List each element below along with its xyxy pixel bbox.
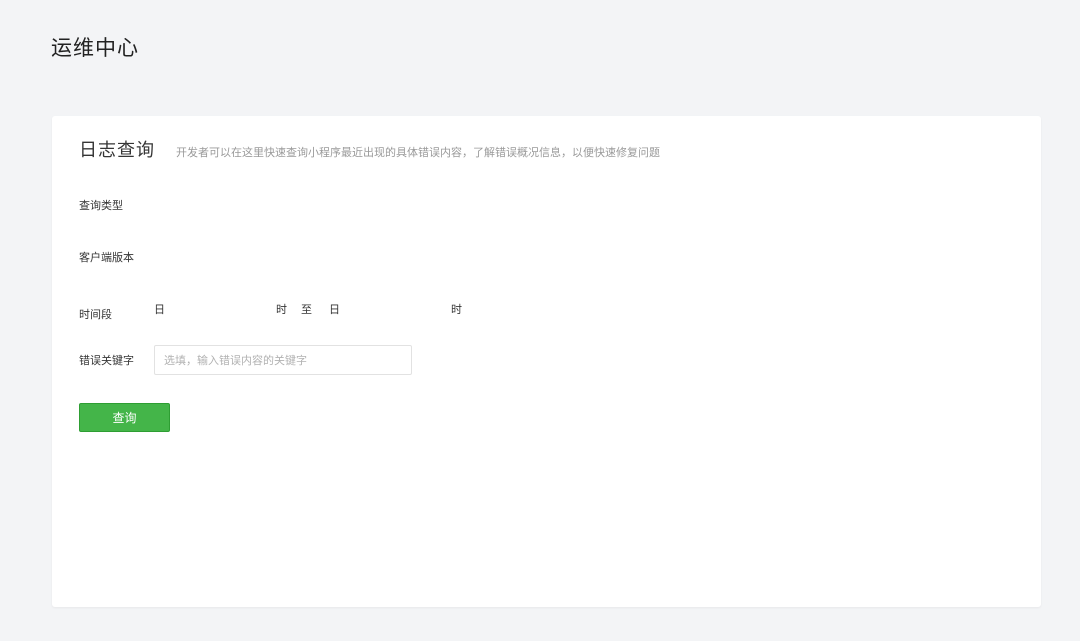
time-range-row: 时间段 日 时 至 日 时: [79, 296, 462, 322]
time-range-label: 时间段: [79, 308, 112, 321]
log-query-description: 开发者可以在这里快速查询小程序最近出现的具体错误内容，了解错误概况信息，以便快速…: [176, 146, 660, 159]
keyword-row: 错误关键字: [79, 345, 412, 375]
error-keyword-input[interactable]: [154, 345, 412, 375]
log-query-header: 日志查询 开发者可以在这里快速查询小程序最近出现的具体错误内容，了解错误概况信息…: [79, 136, 660, 162]
log-query-panel: 日志查询 开发者可以在这里快速查询小程序最近出现的具体错误内容，了解错误概况信息…: [52, 116, 1041, 607]
query-type-label: 查询类型: [79, 199, 123, 212]
start-hour-text: 时: [276, 303, 287, 316]
time-range-picker[interactable]: 日 时 至 日 时: [154, 301, 462, 317]
client-version-label: 客户端版本: [79, 251, 134, 264]
client-version-row: 客户端版本: [79, 249, 154, 265]
to-text: 至: [301, 303, 312, 316]
end-hour-text: 时: [451, 303, 462, 316]
query-button[interactable]: 查询: [79, 403, 170, 432]
end-day-text: 日: [329, 303, 340, 316]
keyword-label: 错误关键字: [79, 354, 134, 367]
log-query-title: 日志查询: [79, 140, 155, 161]
query-type-row: 查询类型: [79, 197, 154, 213]
page-title: 运维中心: [51, 36, 139, 60]
start-day-text: 日: [154, 303, 165, 316]
